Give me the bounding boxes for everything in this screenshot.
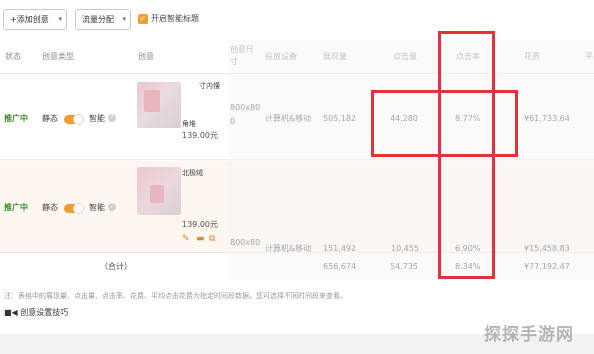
creative-text: 北极绒 [182, 169, 203, 177]
type-smart-label: 智能 [89, 114, 105, 123]
total-label: （合计） [100, 262, 132, 271]
type-static-label: 静态 [42, 114, 58, 123]
edit-icon[interactable]: ✎ [182, 233, 190, 245]
creative-thumbnail-blur [150, 185, 164, 203]
smart-toggle[interactable] [64, 203, 84, 214]
chevron-down-icon: ▾ [122, 15, 126, 23]
traffic-split-button[interactable]: 流量分配 ▾ [75, 9, 131, 30]
watermark: 探探手游网 [484, 325, 574, 345]
header-device: 投放设备 [265, 52, 297, 61]
total-spend: ¥77,192.47 [524, 262, 570, 271]
chevron-down-icon: ▾ [58, 15, 62, 23]
header-status: 状态 [5, 52, 21, 61]
table-row[interactable]: 推广中 静态 智能 ? 北极绒 139.00元 ✎ ▬ ⧉ 800x80 0 计… [0, 161, 594, 253]
creative-size: 800x80 [230, 238, 261, 247]
traffic-split-label: 流量分配 [82, 15, 114, 24]
header-extra: 平 [585, 52, 593, 61]
header-ctr: 点击率 [456, 52, 480, 61]
smart-title-checkbox[interactable]: ✓ [138, 14, 148, 24]
ctr-value: 8.77% [455, 114, 481, 123]
device-value: 计算机&移动 [265, 114, 312, 123]
header-creative-size: 创意尺寸 [230, 45, 254, 66]
copy-icon[interactable]: ⧉ [209, 233, 215, 245]
type-smart-label: 智能 [89, 203, 105, 212]
total-row: （合计） 656,674 54,735 8.34% ¥77,192.47 [0, 253, 594, 281]
spend-value: ¥61,733.64 [524, 114, 570, 123]
creative-price: 139.00元 [182, 220, 218, 229]
creative-table: 状态 创意类型 创意 创意尺寸 投放设备 展现量 点击量 点击率 花费 平 推广… [0, 40, 594, 281]
table-row[interactable]: 推广中 静态 智能 ? 寸内懂 角堆 139.00元 800x80 0 计算机&… [0, 74, 594, 160]
header-clicks: 点击量 [393, 52, 417, 61]
creative-size: 800x80 [230, 103, 261, 112]
smart-toggle[interactable] [64, 114, 84, 125]
creative-tips-link[interactable]: ■◀ 创意设置技巧 [4, 307, 68, 318]
total-ctr: 8.34% [455, 262, 481, 271]
footnote: 注：表格中的展现量、点击量、点击率、花费、平均点击花费为指定时间段数据，您可选择… [4, 292, 347, 300]
help-icon[interactable]: ? [108, 114, 116, 122]
add-creative-button[interactable]: +添加创意 ▾ [3, 9, 67, 30]
header-impressions: 展现量 [323, 52, 347, 61]
clicks-value: 44,280 [390, 114, 418, 123]
impressions-value: 505,182 [323, 114, 357, 123]
table-header: 状态 创意类型 创意 创意尺寸 投放设备 展现量 点击量 点击率 花费 平 [0, 40, 594, 74]
creative-text: 寸内懂 [199, 82, 220, 90]
help-icon[interactable]: ? [108, 203, 116, 211]
status-badge: 推广中 [4, 203, 28, 212]
creative-size: 0 [230, 117, 236, 126]
header-spend: 花费 [524, 52, 540, 61]
creative-thumbnail-blur [144, 90, 160, 112]
header-creative-type: 创意类型 [42, 52, 74, 61]
header-creative: 创意 [138, 52, 154, 61]
total-clicks: 54,735 [390, 262, 418, 271]
add-creative-label: +添加创意 [10, 15, 49, 24]
creative-price: 139.00元 [182, 131, 218, 140]
toolbar: +添加创意 ▾ 流量分配 ▾ ✓ 开启智能标题 [0, 0, 594, 40]
type-static-label: 静态 [42, 203, 58, 212]
status-badge: 推广中 [4, 114, 28, 123]
delete-icon[interactable]: ▬ [196, 233, 205, 245]
creative-text: 角堆 [182, 120, 196, 128]
total-impressions: 656,674 [323, 262, 357, 271]
smart-title-label: 开启智能标题 [151, 14, 199, 23]
